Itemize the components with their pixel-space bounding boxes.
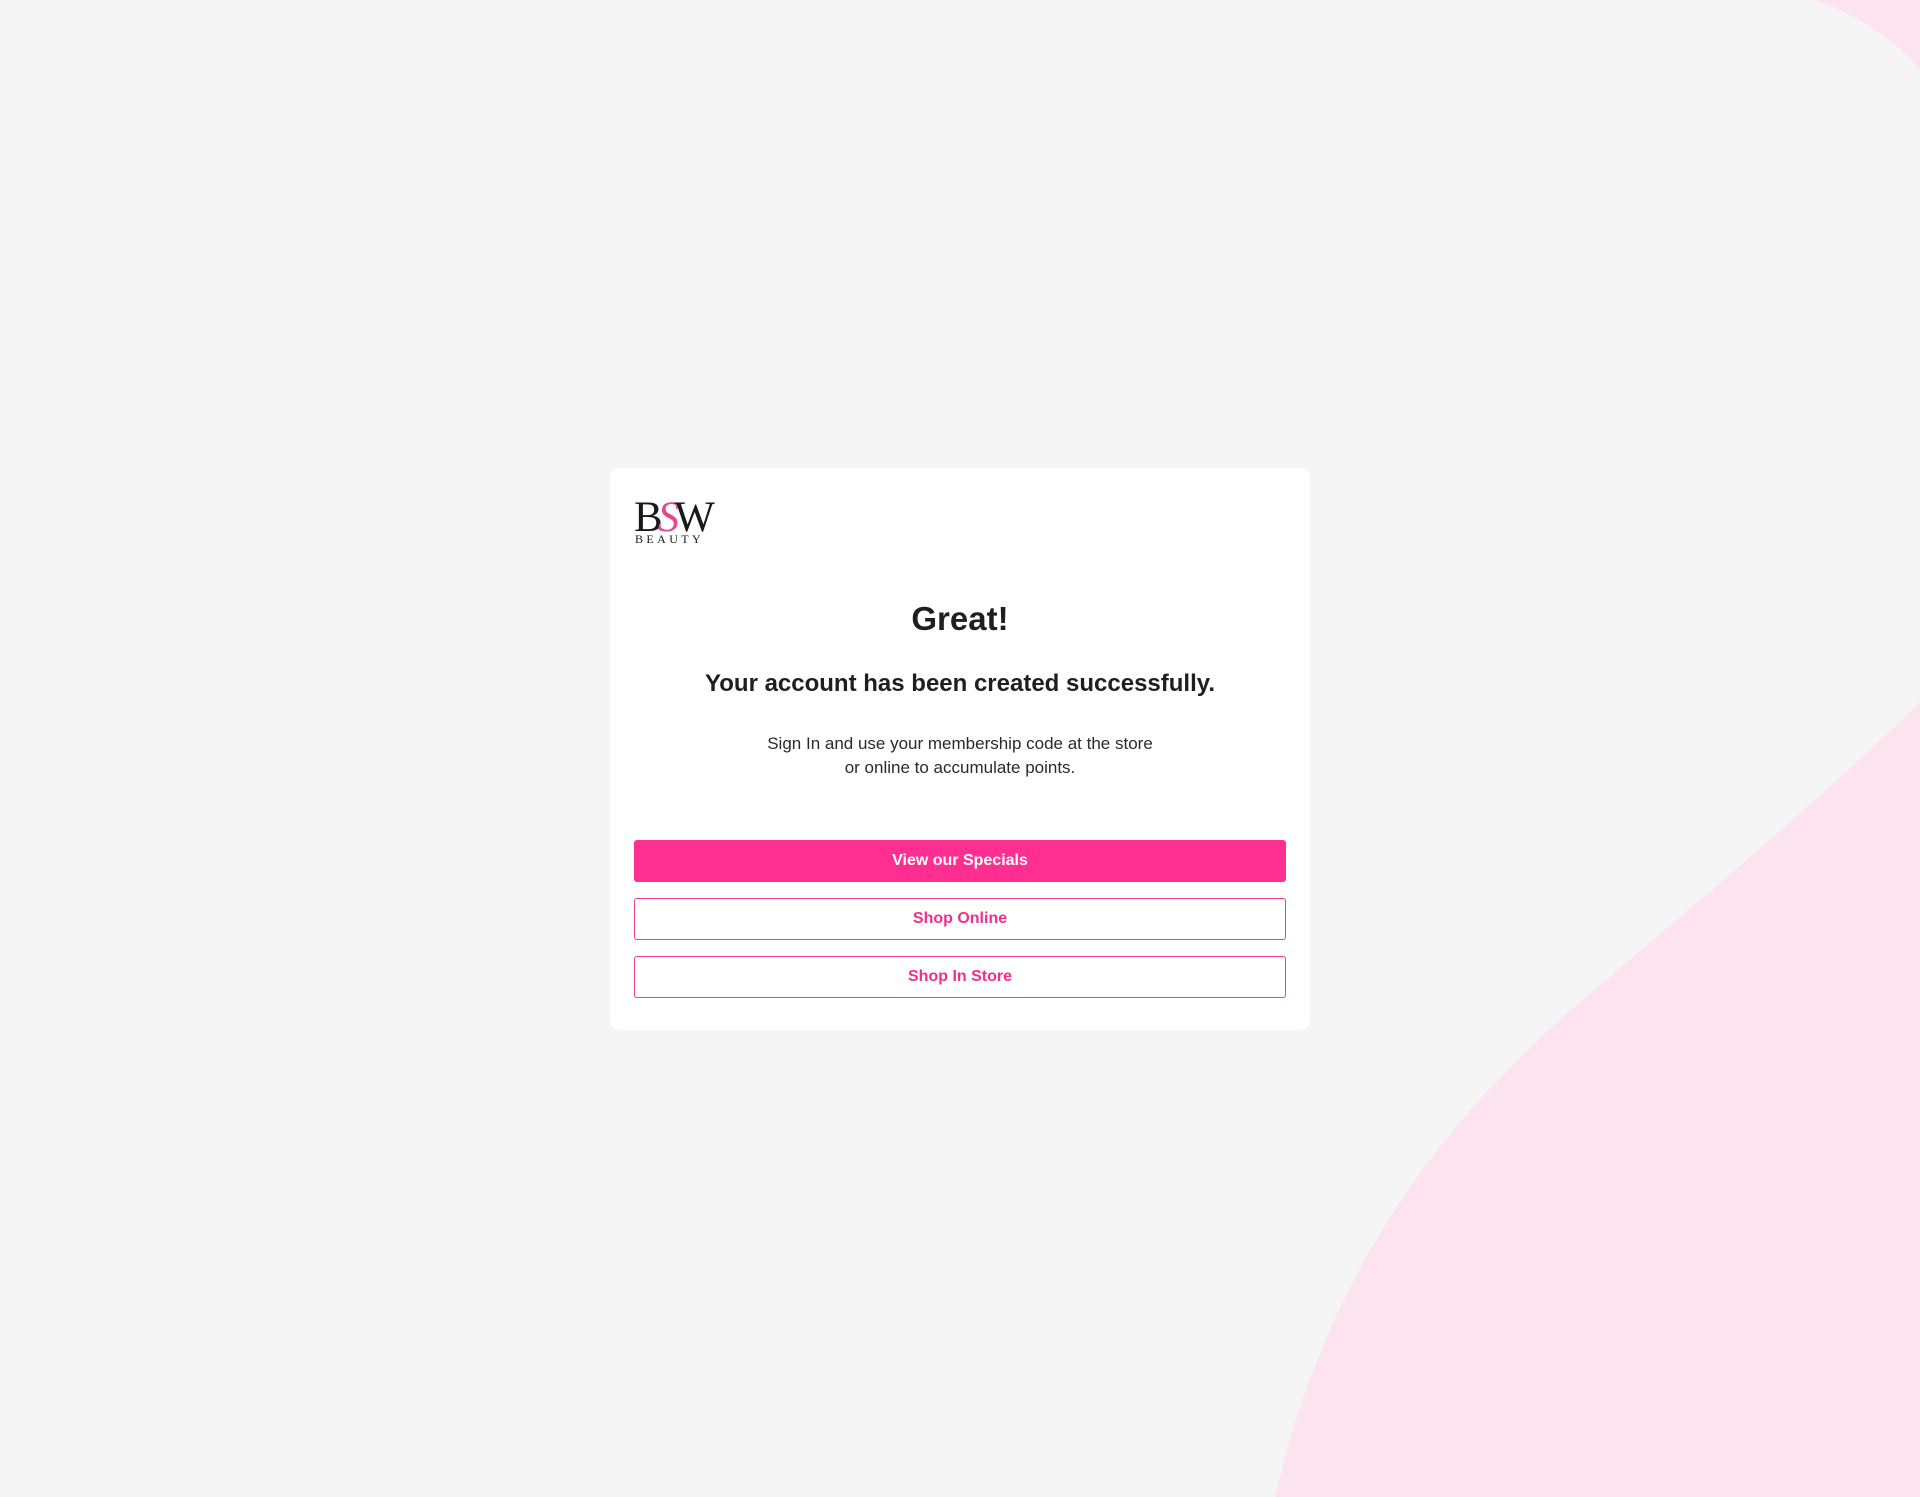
- description: Sign In and use your membership code at …: [610, 732, 1310, 780]
- description-line-1: Sign In and use your membership code at …: [767, 734, 1153, 753]
- description-line-2: or online to accumulate points.: [844, 758, 1076, 777]
- shop-online-button[interactable]: Shop Online: [634, 898, 1286, 940]
- page-title: Great!: [911, 600, 1009, 637]
- bsw-beauty-logo: BSW BEAUTY: [634, 496, 715, 546]
- view-specials-button[interactable]: View our Specials: [634, 840, 1286, 882]
- shop-in-store-button[interactable]: Shop In Store: [634, 956, 1286, 998]
- page: BSW BEAUTY Great! Your account has been …: [0, 0, 1920, 1497]
- success-subtitle: Your account has been created successful…: [705, 670, 1215, 697]
- success-card: BSW BEAUTY Great! Your account has been …: [610, 468, 1310, 1030]
- logo-tagline: BEAUTY: [635, 532, 705, 546]
- background-wave-shape: [1275, 0, 1920, 1497]
